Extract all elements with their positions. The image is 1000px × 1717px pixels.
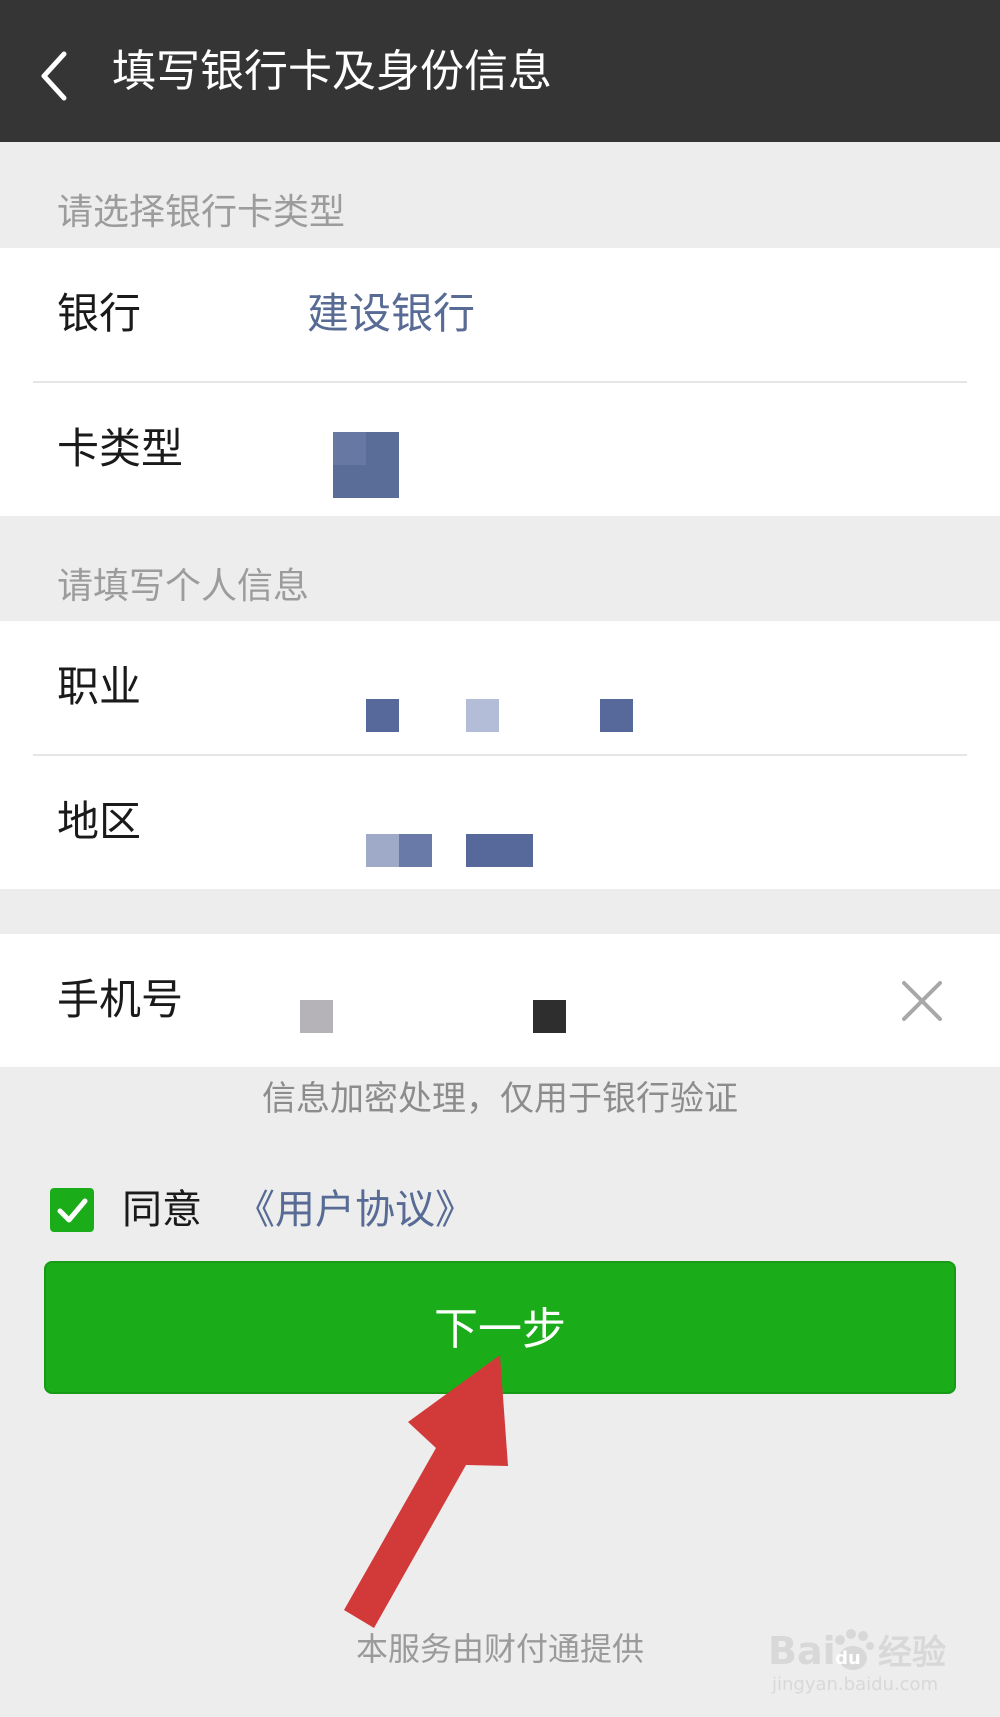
clear-phone-button[interactable] — [897, 976, 947, 1026]
redacted-mask — [600, 699, 633, 732]
region-label: 地区 — [57, 797, 142, 846]
svg-text:jingyan.baidu.com: jingyan.baidu.com — [771, 1674, 938, 1695]
annotation-arrow-icon — [344, 1355, 508, 1628]
baidu-paw-logo-icon: Bai du 经验 jingyan.baidu.com — [768, 1629, 946, 1695]
card-type-label: 卡类型 — [57, 424, 184, 473]
agree-checkbox[interactable] — [50, 1188, 94, 1232]
phone-label: 手机号 — [57, 975, 184, 1024]
redacted-mask — [300, 1000, 333, 1033]
phone-group: 手机号 — [0, 934, 1000, 1067]
bank-label: 银行 — [57, 289, 142, 338]
bank-card-group: 银行 建设银行 卡类型 — [0, 248, 1000, 516]
section-label-bank-card: 请选择银行卡类型 — [57, 192, 346, 233]
redacted-mask — [366, 834, 399, 867]
occupation-label: 职业 — [57, 662, 142, 711]
bank-row[interactable]: 银行 建设银行 — [0, 248, 1000, 381]
page-title: 填写银行卡及身份信息 — [112, 46, 552, 97]
redacted-mask — [399, 834, 432, 867]
personal-info-group: 职业 地区 — [0, 621, 1000, 889]
checkmark-icon — [57, 1198, 88, 1223]
bank-value: 建设银行 — [307, 289, 476, 338]
svg-text:经验: 经验 — [878, 1633, 946, 1673]
card-type-row[interactable]: 卡类型 — [0, 383, 1000, 516]
region-row[interactable]: 地区 — [0, 756, 1000, 889]
svg-text:du: du — [835, 1648, 861, 1669]
agree-label: 同意 — [122, 1187, 202, 1233]
phone-row[interactable]: 手机号 — [0, 934, 1000, 1067]
chevron-left-icon — [41, 51, 67, 101]
back-button[interactable] — [30, 40, 80, 110]
title-bar: 填写银行卡及身份信息 — [0, 0, 1000, 142]
close-icon — [902, 981, 942, 1021]
baidu-jingyan-watermark: Bai du 经验 jingyan.baidu.com — [760, 1610, 980, 1700]
redacted-mask — [466, 834, 533, 867]
encryption-hint: 信息加密处理，仅用于银行验证 — [262, 1079, 738, 1119]
section-label-personal-info: 请填写个人信息 — [57, 566, 310, 607]
redacted-mask — [366, 699, 399, 732]
occupation-row[interactable]: 职业 — [0, 621, 1000, 754]
redacted-mask — [466, 699, 499, 732]
svg-text:Bai: Bai — [768, 1629, 836, 1673]
user-agreement-link[interactable]: 《用户协议》 — [235, 1184, 475, 1236]
redacted-mask — [533, 1000, 566, 1033]
redacted-mask — [333, 432, 366, 465]
